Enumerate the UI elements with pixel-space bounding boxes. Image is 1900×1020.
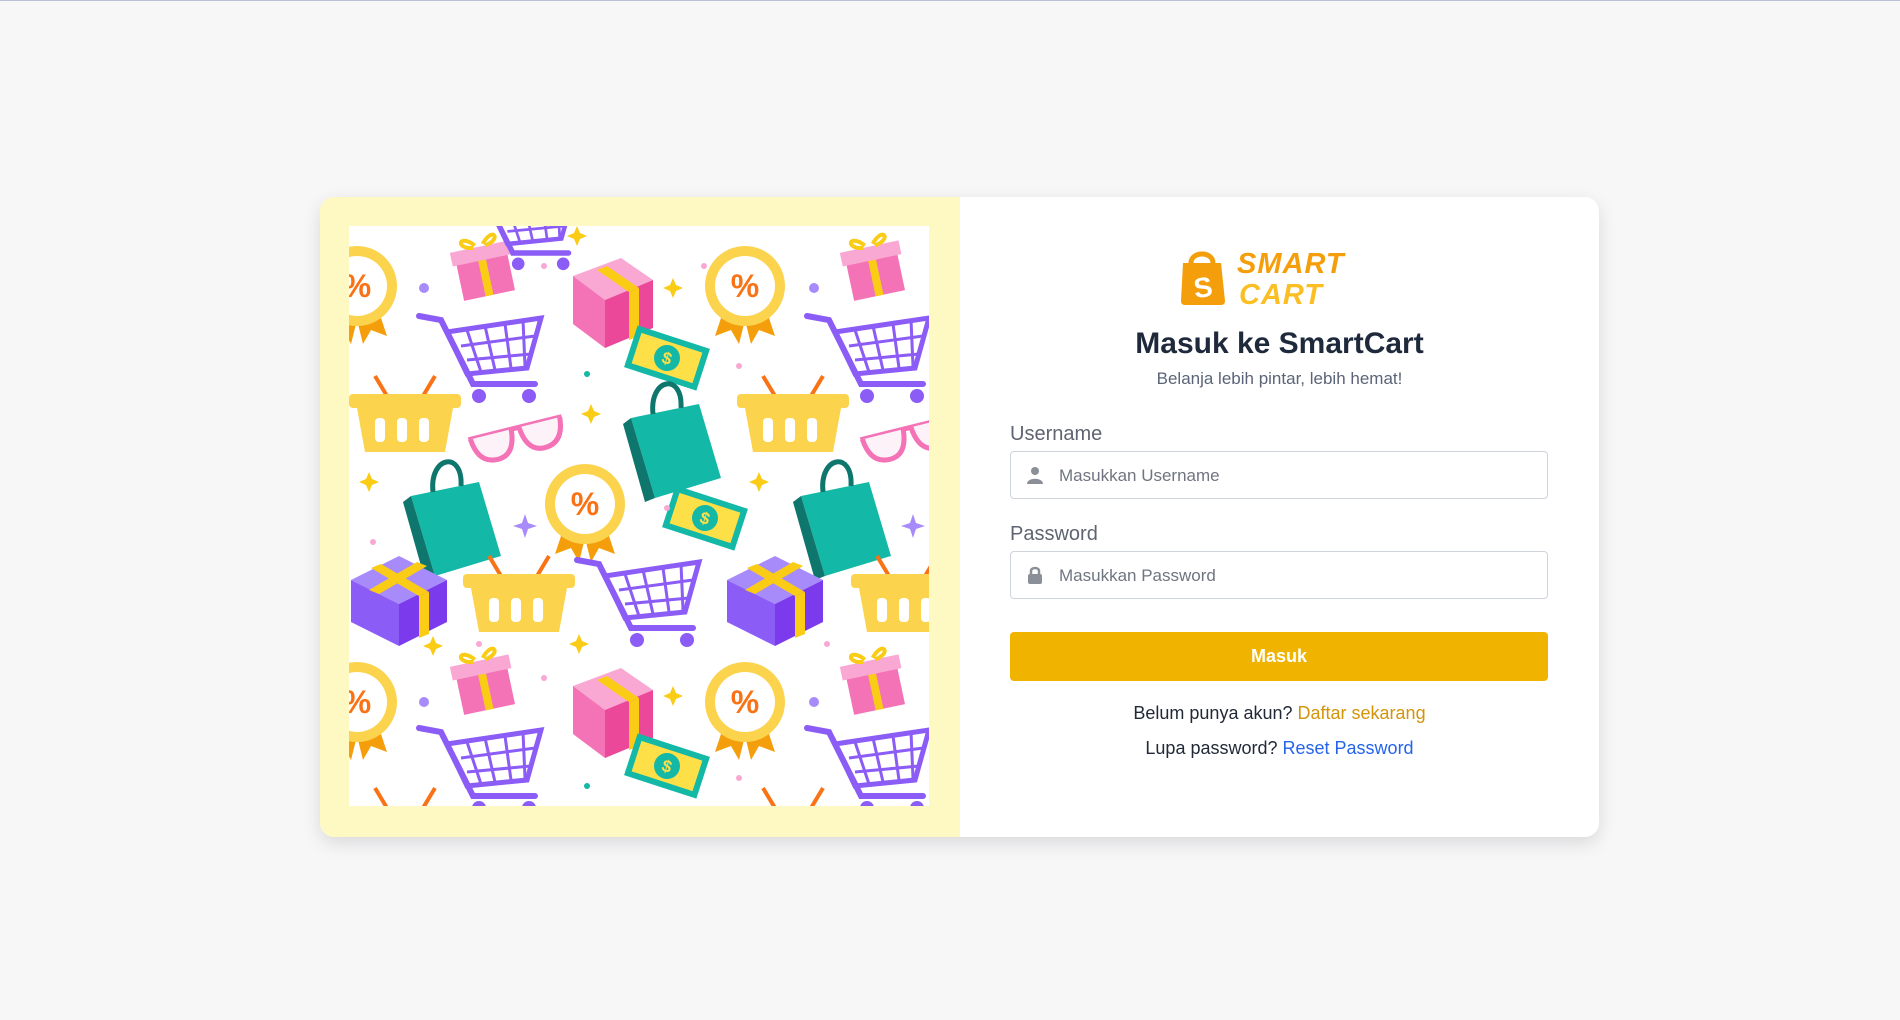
lock-icon bbox=[1026, 566, 1044, 584]
logo-word-smart: SMART bbox=[1237, 248, 1346, 280]
illustration-panel: % bbox=[320, 197, 960, 837]
shopping-pattern-illustration: % bbox=[349, 226, 929, 806]
login-submit-button[interactable]: Masuk bbox=[1010, 632, 1548, 681]
user-icon bbox=[1026, 466, 1044, 484]
username-input[interactable] bbox=[1057, 452, 1541, 500]
password-input[interactable] bbox=[1057, 552, 1541, 600]
username-label: Username bbox=[1010, 423, 1103, 445]
username-field bbox=[1010, 451, 1548, 500]
forgot-password-row: Lupa password? Reset Password bbox=[960, 738, 1599, 759]
register-link[interactable]: Daftar sekarang bbox=[1298, 703, 1426, 723]
login-form-panel: S SMART CART Masuk ke SmartCart Belanja … bbox=[960, 197, 1599, 837]
login-card: % bbox=[320, 197, 1599, 837]
forgot-password-prompt: Lupa password? bbox=[1145, 738, 1278, 758]
logo-word-cart: CART bbox=[1239, 279, 1324, 309]
password-field bbox=[1010, 551, 1548, 600]
password-label: Password bbox=[1010, 523, 1098, 545]
page-subtitle: Belanja lebih pintar, lebih hemat! bbox=[1156, 369, 1403, 388]
register-prompt: Belum punya akun? bbox=[1133, 703, 1293, 723]
reset-password-link[interactable]: Reset Password bbox=[1283, 738, 1414, 758]
top-border bbox=[0, 0, 1900, 1]
page-title: Masuk ke SmartCart bbox=[1135, 327, 1424, 360]
register-row: Belum punya akun? Daftar sekarang bbox=[960, 703, 1599, 724]
shopping-bag-logo-icon: S bbox=[1181, 251, 1225, 305]
smartcart-logo: S SMART CART bbox=[1179, 247, 1389, 311]
